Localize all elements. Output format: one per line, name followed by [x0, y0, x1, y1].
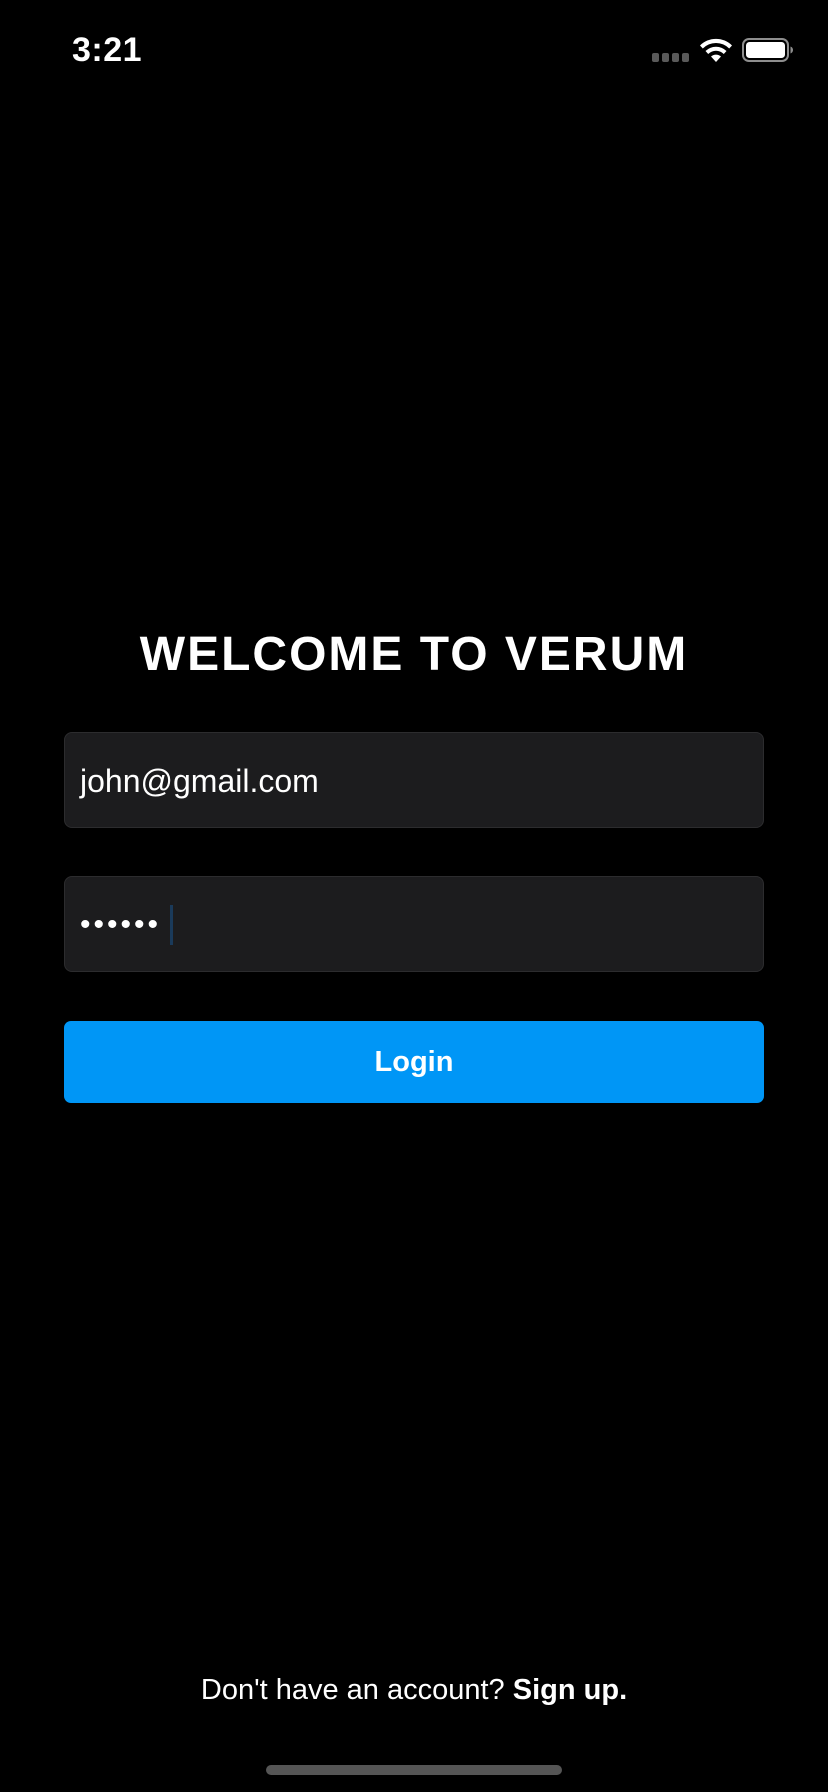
signup-prompt: Don't have an account? Sign up. [0, 1668, 828, 1712]
text-cursor [170, 905, 173, 945]
cell-signal-icon [652, 53, 692, 62]
battery-icon [742, 38, 793, 62]
home-indicator[interactable] [266, 1765, 562, 1775]
email-field[interactable]: john@gmail.com [64, 732, 764, 828]
status-bar: 3:21 [0, 0, 828, 100]
password-value: •••••• [80, 908, 162, 941]
status-time: 3:21 [72, 31, 143, 69]
signup-prompt-text: Don't have an account? [200, 1674, 513, 1706]
email-value: john@gmail.com [80, 763, 319, 799]
page-title: WELCOME TO VERUM [139, 628, 689, 681]
password-field[interactable]: •••••• [64, 876, 764, 972]
wifi-icon [700, 38, 732, 62]
signup-link[interactable]: Sign up. [513, 1674, 627, 1706]
login-button[interactable]: Login [64, 1021, 764, 1103]
